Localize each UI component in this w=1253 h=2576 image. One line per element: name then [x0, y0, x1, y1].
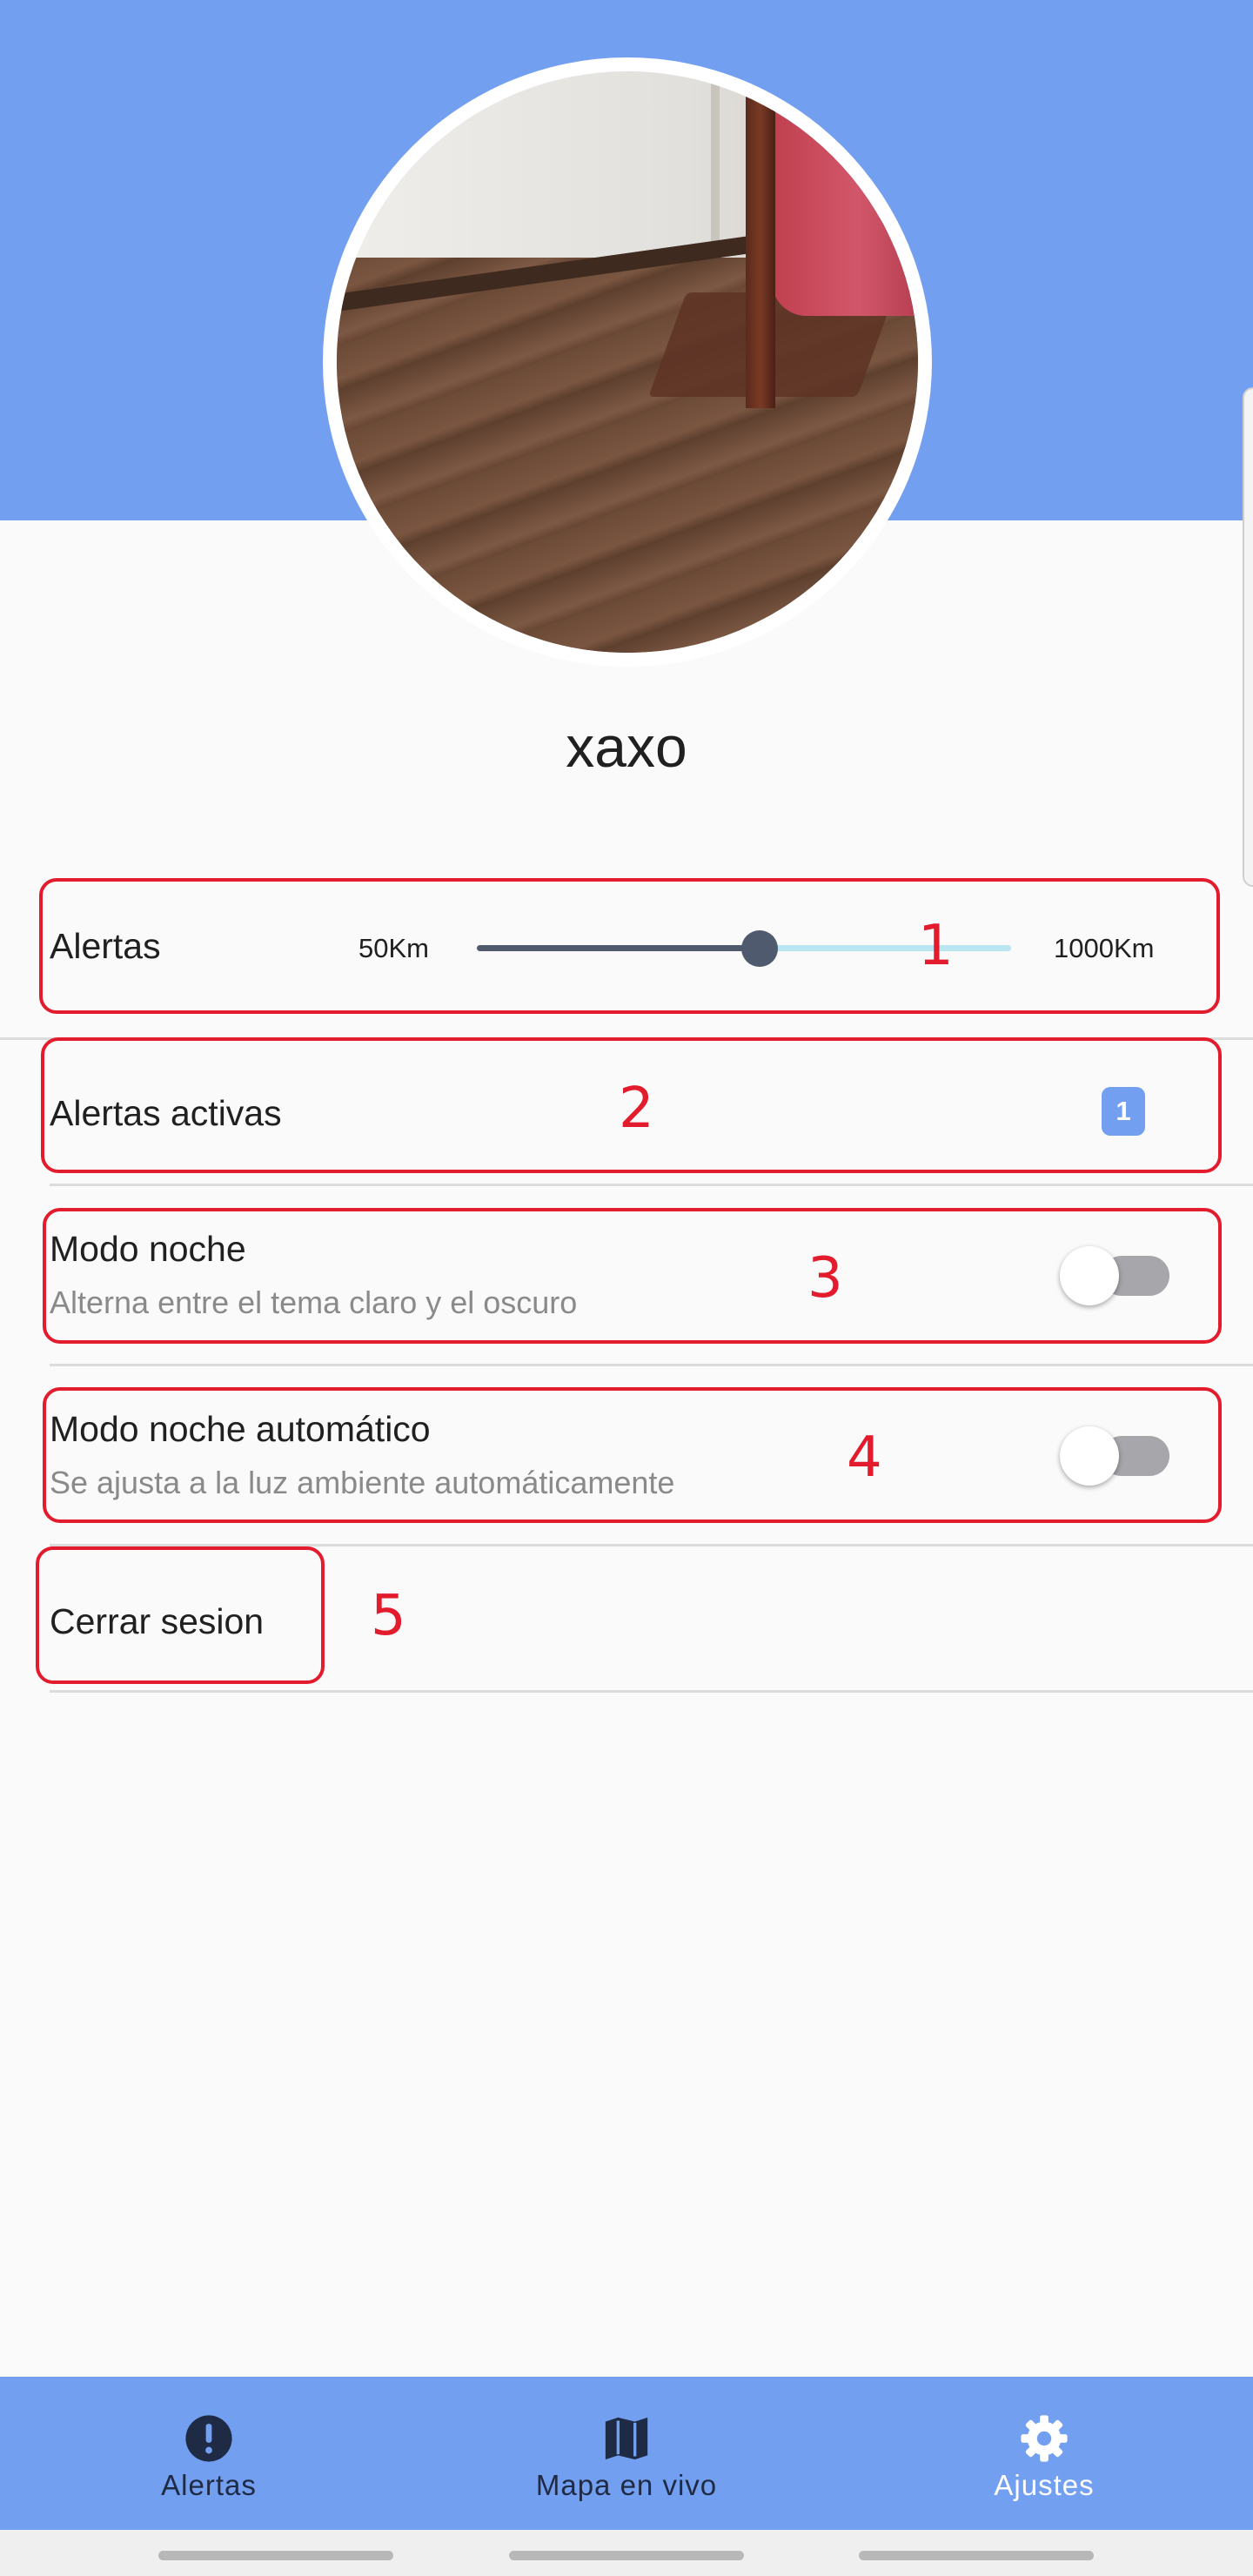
- slider-min-label: 50Km: [358, 933, 429, 963]
- slider-track-inactive[interactable]: [760, 945, 1011, 951]
- active-alerts-label[interactable]: Alertas activas: [50, 1093, 282, 1134]
- system-back-button[interactable]: [859, 2551, 1094, 2560]
- nav-item-alertas[interactable]: Alertas: [0, 2377, 418, 2530]
- nav-item-mapa-en-vivo[interactable]: Mapa en vivo: [418, 2377, 835, 2530]
- divider: [50, 1690, 1253, 1693]
- avatar[interactable]: [323, 57, 932, 667]
- bottom-navigation-bar: Alertas Mapa en vivo Ajustes: [0, 2377, 1253, 2530]
- slider-track-active[interactable]: [477, 945, 761, 951]
- nav-item-ajustes[interactable]: Ajustes: [835, 2377, 1253, 2530]
- username: xaxo: [566, 714, 687, 779]
- night-mode-title[interactable]: Modo noche: [50, 1229, 246, 1270]
- auto-night-mode-subtitle: Se ajusta a la luz ambiente automáticame…: [50, 1465, 675, 1500]
- gear-icon: [1021, 2415, 1068, 2462]
- annotation-number-1: 1: [918, 914, 954, 978]
- system-navigation-bar: [0, 2530, 1253, 2576]
- map-icon: [605, 2417, 648, 2460]
- auto-night-mode-toggle-knob[interactable]: [1060, 1426, 1119, 1486]
- slider-max-label: 1000Km: [1054, 933, 1155, 963]
- nav-label: Alertas: [161, 2469, 257, 2501]
- night-mode-toggle-knob[interactable]: [1060, 1246, 1119, 1305]
- system-recent-button[interactable]: [158, 2551, 393, 2560]
- alert-circle-icon: [185, 2415, 232, 2462]
- annotation-box-4: [43, 1387, 1222, 1523]
- divider: [50, 1184, 1253, 1186]
- active-alerts-count-badge: 1: [1102, 1087, 1145, 1136]
- annotation-number-5: 5: [371, 1584, 406, 1648]
- logout-button[interactable]: Cerrar sesion: [50, 1601, 264, 1642]
- profile-photo: [337, 71, 918, 653]
- edge-panel-handle[interactable]: [1243, 387, 1253, 887]
- annotation-number-4: 4: [847, 1426, 882, 1490]
- nav-label: Ajustes: [994, 2469, 1095, 2501]
- night-mode-subtitle: Alterna entre el tema claro y el oscuro: [50, 1285, 578, 1320]
- alerts-radius-label: Alertas: [50, 926, 161, 966]
- annotation-number-2: 2: [619, 1077, 654, 1141]
- nav-label: Mapa en vivo: [535, 2469, 718, 2501]
- system-home-button[interactable]: [509, 2551, 744, 2560]
- auto-night-mode-title[interactable]: Modo noche automático: [50, 1409, 431, 1450]
- annotation-number-3: 3: [807, 1246, 843, 1311]
- divider: [50, 1364, 1253, 1366]
